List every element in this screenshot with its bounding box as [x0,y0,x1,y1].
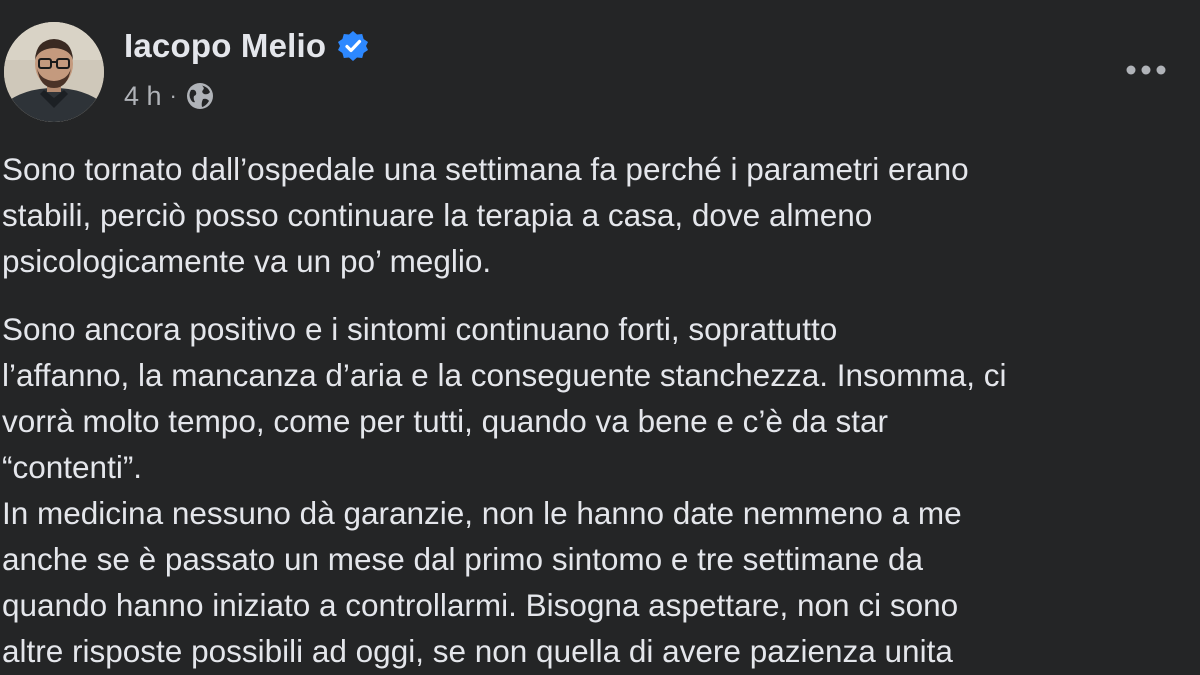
post-body: Sono tornato dall’ospedale una settimana… [2,146,1192,674]
text-line: Sono tornato dall’ospedale una settimana… [2,151,969,187]
more-options-button[interactable] [1118,50,1174,90]
post-paragraph: In medicina nessuno dà garanzie, non le … [2,490,1192,674]
text-line: altre risposte possibili ad oggi, se non… [2,633,953,669]
text-line: Sono ancora positivo e i sintomi continu… [2,311,838,347]
text-line: In medicina nessuno dà garanzie, non le … [2,495,962,531]
verified-badge-icon [336,29,370,63]
text-line: quando hanno iniziato a controllarmi. Bi… [2,587,959,623]
text-line: “contenti”. [2,449,143,485]
post-timestamp[interactable]: 4 h [124,81,162,112]
profile-photo [4,22,104,122]
text-line: anche se è passato un mese dal primo sin… [2,541,924,577]
post-meta: 4 h · [124,78,215,114]
author-avatar[interactable] [4,22,104,122]
text-line: vorrà molto tempo, come per tutti, quand… [2,403,888,439]
text-line: psicologicamente va un po’ meglio. [2,243,492,279]
text-line: l’affanno, la mancanza d’aria e la conse… [2,357,1007,393]
post-paragraph: Sono ancora positivo e i sintomi continu… [2,306,1192,490]
globe-icon[interactable] [185,81,215,111]
meta-separator: · [169,83,177,108]
author-row: Iacopo Melio [124,24,370,68]
text-line: stabili, perciò posso continuare la tera… [2,197,873,233]
facebook-post: Iacopo Melio 4 h · Sono tornato dall’osp… [0,0,1200,675]
author-name[interactable]: Iacopo Melio [124,27,326,65]
more-options-icon [1126,65,1166,75]
post-paragraph: Sono tornato dall’ospedale una settimana… [2,146,1192,284]
